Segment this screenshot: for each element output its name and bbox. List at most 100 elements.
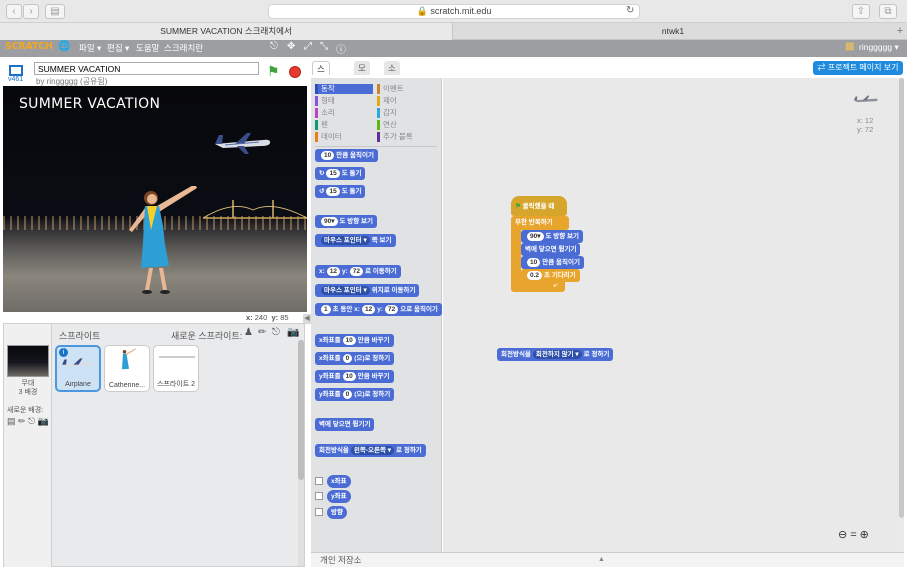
user-menu[interactable]: ringgggg ▾ [859,42,899,53]
block-input[interactable]: 0 [342,390,353,399]
block-input[interactable]: 72 [384,305,399,314]
stage-thumbnail[interactable] [7,345,49,377]
project-title-input[interactable] [34,62,259,75]
see-project-page-button[interactable]: ⇄ 프로젝트 페이지 보기 [813,61,903,75]
reporter-direction[interactable]: 방향 [327,506,347,519]
block-bounce-edge[interactable]: 벽에 닿으면 튕기기 [315,418,375,431]
browser-tab-active[interactable]: SUMMER VACATION 스크래치에서 [0,23,453,40]
airplane-sprite[interactable] [213,130,273,156]
share-icon[interactable]: ⇧ [852,4,870,19]
script-move-steps[interactable]: 10 만큼 움직이기 [521,256,584,269]
menu-edit[interactable]: 편집 ▾ [107,42,129,54]
zoom-in-icon[interactable]: ⊕ [860,529,872,541]
category-sensing[interactable]: 감지 [377,108,435,118]
block-input[interactable]: 90▾ [321,217,338,226]
stage-thumbnail-column[interactable]: 무대 3 배경 새로운 배경: ▤ ✏ ⎋ 📷 [4,324,52,567]
menu-file[interactable]: 파일 ▾ [79,42,101,54]
block-input[interactable]: 90▾ [527,232,544,241]
block-point-direction[interactable]: 90▾ 도 방향 보기 [315,215,378,228]
info-icon[interactable]: i [59,348,68,357]
block-rotation-style[interactable]: 회전방식을 왼쪽-오른쪽 ▾ 로 정하기 [315,444,426,457]
menu-about[interactable]: 스크래치란 [164,42,203,54]
cut-scissors-icon[interactable]: ✥ [287,41,295,52]
block-turn-right[interactable]: ↻ 15 도 돌기 [315,167,366,180]
block-input[interactable]: 15 [326,187,340,196]
sprite-tile-airplane[interactable]: i Airplane [55,345,101,392]
block-input[interactable]: 10 [527,258,541,267]
tab-scripts[interactable]: 스크립트 [312,61,330,116]
when-flag-clicked-block[interactable]: ⚑ 클릭했을 때 [511,196,567,216]
script-area[interactable] [443,78,904,552]
block-set-y[interactable]: y좌표를 0 (으)로 정하기 [315,388,395,401]
category-data[interactable]: 데이터 [315,132,373,142]
block-dropdown[interactable]: 마우스 포인터 ▾ [321,286,370,295]
block-set-x[interactable]: x좌표를 0 (으)로 정하기 [315,352,395,365]
back-button[interactable]: ‹ [6,4,22,19]
block-go-to-target[interactable]: 마우스 포인터 ▾ 위치로 이동하기 [315,284,420,297]
checkbox-direction[interactable] [315,508,323,516]
block-dropdown[interactable]: 왼쪽-오른쪽 ▾ [350,446,395,455]
block-input[interactable]: 12 [326,267,341,276]
sprite-library-icon[interactable]: ♟ [244,327,253,338]
stop-button[interactable] [289,66,301,78]
script-point-direction[interactable]: 90▾ 도 방향 보기 [521,230,584,243]
block-point-towards[interactable]: 마우스 포인터 ▾ 쪽 보기 [315,234,396,247]
reporter-y-position[interactable]: y좌표 [327,490,351,503]
zoom-out-icon[interactable]: ⊖ [838,529,850,541]
user-avatar-icon[interactable]: ▩ [845,41,854,52]
category-more-blocks[interactable]: 추가 블록 [377,132,435,142]
paint-sprite-icon[interactable]: ✏ [258,327,266,338]
duplicate-stamp-icon[interactable]: ⎋ [270,41,278,52]
block-go-to-xy[interactable]: x: 12 y: 72 로 이동하기 [315,265,401,278]
block-change-y[interactable]: y좌표를 10 만큼 바꾸기 [315,370,394,383]
scrollbar-thumb[interactable] [899,78,904,518]
category-events[interactable]: 이벤트 [377,84,435,94]
category-sound[interactable]: 소리 [315,108,373,118]
upload-backdrop-icon[interactable]: ⎋ [28,416,35,426]
sprite-pane-scrollbar[interactable] [298,340,304,566]
scrollbar-thumb[interactable] [298,340,304,480]
url-bar[interactable]: 🔒 scratch.mit.edu [268,4,640,19]
block-input[interactable]: 0 [342,354,353,363]
scratch-logo[interactable]: SCRATCH [5,41,53,52]
block-input[interactable]: 10 [321,151,335,160]
sprite-tile-sprite2[interactable]: 스프라이트 2 [153,345,199,392]
brush-backdrop-icon[interactable]: ✏ [18,416,26,426]
script-area-scrollbar[interactable] [899,78,904,552]
sidebar-icon[interactable]: ▤ [45,4,65,19]
new-tab-icon[interactable]: + [893,23,907,40]
category-control[interactable]: 제어 [377,96,435,106]
green-flag-button[interactable]: ⚑ [267,63,280,80]
tab-costumes[interactable]: 모양 [354,61,370,87]
block-change-x[interactable]: x좌표를 10 만큼 바꾸기 [315,334,394,347]
browser-tab[interactable]: ntwk1 [454,23,892,40]
upload-sprite-icon[interactable]: ⎋ [272,327,280,338]
grow-icon[interactable]: ⤢ [304,41,312,52]
block-input[interactable]: 10 [342,372,356,381]
tab-sounds[interactable]: 소리 [384,61,400,87]
menu-help[interactable]: 도움말 [136,42,159,54]
checkbox-x-position[interactable] [315,477,323,485]
stage[interactable]: SUMMER VACATION [3,86,307,312]
globe-icon[interactable]: 🌐 [58,41,70,52]
block-move-steps[interactable]: 10 만큼 움직이기 [315,149,378,162]
category-operators[interactable]: 연산 [377,120,435,130]
shrink-icon[interactable]: ⤡ [320,41,328,52]
reload-icon[interactable]: ↻ [626,5,634,16]
block-dropdown[interactable]: 회전하지 않기 ▾ [532,350,582,359]
block-dropdown[interactable]: 마우스 포인터 ▾ [321,236,370,245]
category-motion[interactable]: 동작 [315,84,373,94]
block-input[interactable]: 72 [349,267,364,276]
forward-button[interactable]: › [23,4,39,19]
backpack-bar[interactable]: 개인 저장소 ▲ [311,552,904,567]
presentation-mode-button[interactable]: v461 [8,65,23,83]
block-input[interactable]: 0.2 [527,271,543,280]
camera-sprite-icon[interactable]: 📷 [287,327,299,338]
script-bounce-edge[interactable]: 벽에 닿으면 튕기기 [521,243,581,256]
expand-up-icon[interactable]: ▲ [598,553,605,567]
category-pen[interactable]: 펜 [315,120,373,130]
zoom-reset-icon[interactable]: = [850,529,859,541]
block-input[interactable]: 15 [326,169,340,178]
category-looks[interactable]: 형태 [315,96,373,106]
girl-sprite[interactable] [121,186,201,308]
